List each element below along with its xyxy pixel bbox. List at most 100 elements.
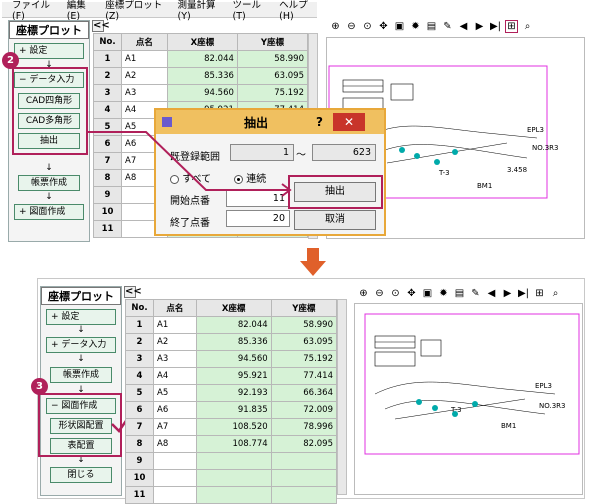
table-row[interactable]: 10 [125, 469, 338, 487]
y-coord-cell[interactable]: 58.990 [236, 50, 309, 68]
play-icon[interactable]: ▶ [473, 20, 486, 33]
x-coord-cell[interactable]: 85.336 [166, 67, 238, 85]
row-number[interactable]: 6 [125, 401, 154, 419]
point-name-cell[interactable]: A2 [121, 67, 168, 85]
settings-button[interactable]: + 設定 [14, 43, 84, 59]
zoom-out-icon[interactable]: ⊖ [345, 20, 358, 33]
x-coord-cell[interactable]: 85.336 [195, 333, 272, 351]
table-row[interactable]: 8 A8 108.774 82.095 [125, 435, 338, 453]
zoom-area-icon[interactable]: ⊙ [361, 20, 374, 33]
table-row[interactable]: 11 [125, 486, 338, 504]
col-y[interactable]: Y座標 [270, 299, 338, 317]
bulb-icon[interactable]: ✹ [409, 20, 422, 33]
point-name-cell[interactable]: A6 [153, 401, 197, 419]
y-coord-cell[interactable]: 63.095 [236, 67, 309, 85]
table-row[interactable]: 4A495.92177.414 [125, 367, 338, 385]
row-number[interactable]: 4 [125, 367, 154, 385]
settings-button[interactable]: + 設定 [46, 309, 116, 325]
row-number[interactable]: 1 [93, 50, 122, 68]
y-coord-cell[interactable]: 78.996 [270, 418, 338, 436]
pen-icon[interactable]: ✎ [469, 287, 482, 300]
row-number[interactable]: 11 [125, 486, 154, 504]
y-coord-cell[interactable]: 58.990 [270, 316, 338, 334]
point-name-cell[interactable] [153, 452, 197, 470]
point-name-cell[interactable] [153, 486, 197, 504]
fit-icon[interactable]: ▣ [421, 287, 434, 300]
dialog-cancel-button[interactable]: 取消 [294, 210, 376, 230]
point-name-cell[interactable]: A4 [153, 367, 197, 385]
menu-edit[interactable]: 編集(E) [67, 0, 95, 22]
report-button[interactable]: 帳票作成 [50, 367, 112, 383]
x-coord-cell[interactable]: 94.560 [195, 350, 272, 368]
y-coord-cell[interactable]: 75.192 [270, 350, 338, 368]
y-coord-cell[interactable]: 75.192 [236, 84, 309, 102]
col-x[interactable]: X座標 [195, 299, 272, 317]
row-number[interactable]: 8 [125, 435, 154, 453]
select-icon[interactable]: ⊞ [505, 20, 518, 33]
row-number[interactable]: 2 [93, 67, 122, 85]
print-icon[interactable]: ▤ [425, 20, 438, 33]
report-button[interactable]: 帳票作成 [18, 175, 80, 191]
menu-plot[interactable]: 座標プロット(Z) [105, 0, 167, 22]
select-icon[interactable]: ⊞ [533, 287, 546, 300]
row-number[interactable]: 4 [93, 101, 122, 119]
col-y[interactable]: Y座標 [236, 33, 309, 51]
table-row[interactable]: 1 A1 82.044 58.990 [125, 316, 338, 334]
point-name-cell[interactable]: A7 [153, 418, 197, 436]
play-icon[interactable]: ▶ [501, 287, 514, 300]
row-number[interactable]: 10 [93, 203, 122, 221]
table-row[interactable]: 9 [125, 452, 338, 470]
y-coord-cell[interactable] [270, 469, 338, 487]
pan-icon[interactable]: ✥ [405, 287, 418, 300]
table-row[interactable]: 6 A6 91.835 72.009 [125, 401, 338, 419]
search-icon[interactable]: ⌕ [521, 20, 534, 33]
col-name[interactable]: 点名 [121, 33, 168, 51]
table-row[interactable]: 2 A2 85.336 63.095 [93, 67, 309, 85]
row-number[interactable]: 11 [93, 220, 122, 238]
vertical-scrollbar[interactable] [337, 299, 347, 495]
y-coord-cell[interactable]: 66.364 [270, 384, 338, 402]
drawing-button[interactable]: + 図面作成 [14, 204, 84, 220]
table-row[interactable]: 5 A5 92.193 66.364 [125, 384, 338, 402]
end-field[interactable]: 20 [226, 210, 290, 227]
zoom-in-icon[interactable]: ⊕ [329, 20, 342, 33]
row-number[interactable]: 3 [125, 350, 154, 368]
pan-icon[interactable]: ✥ [377, 20, 390, 33]
plot-canvas-bottom[interactable]: EPL3 NO.3R3 BM1 T-3 [354, 303, 583, 495]
y-coord-cell[interactable]: 63.095 [270, 333, 338, 351]
last-icon[interactable]: ▶| [489, 20, 502, 33]
row-number[interactable]: 10 [125, 469, 154, 487]
x-coord-cell[interactable]: 82.044 [166, 50, 238, 68]
y-coord-cell[interactable]: 72.009 [270, 401, 338, 419]
col-x[interactable]: X座標 [166, 33, 238, 51]
col-no[interactable]: No. [125, 299, 154, 317]
col-name[interactable]: 点名 [153, 299, 197, 317]
table-row[interactable]: 7 A7 108.520 78.996 [125, 418, 338, 436]
prev-icon[interactable]: ◀ [457, 20, 470, 33]
point-name-cell[interactable]: A3 [121, 84, 168, 102]
y-coord-cell[interactable]: 82.095 [270, 435, 338, 453]
x-coord-cell[interactable]: 95.921 [195, 367, 272, 385]
y-coord-cell[interactable] [270, 452, 338, 470]
point-name-cell[interactable] [153, 469, 197, 487]
pen-icon[interactable]: ✎ [441, 20, 454, 33]
col-no[interactable]: No. [93, 33, 122, 51]
menu-tools[interactable]: ツール(T) [233, 0, 270, 22]
x-coord-cell[interactable]: 108.774 [195, 435, 272, 453]
menu-help[interactable]: ヘルプ(H) [279, 0, 317, 22]
print-icon[interactable]: ▤ [453, 287, 466, 300]
table-row[interactable]: 3 A3 94.560 75.192 [125, 350, 338, 368]
row-number[interactable]: 5 [125, 384, 154, 402]
point-name-cell[interactable]: A1 [121, 50, 168, 68]
last-icon[interactable]: ▶| [517, 287, 530, 300]
zoom-area-icon[interactable]: ⊙ [389, 287, 402, 300]
point-name-cell[interactable]: A8 [153, 435, 197, 453]
collapse-toggle[interactable]: << [92, 20, 110, 32]
row-number[interactable]: 1 [125, 316, 154, 334]
x-coord-cell[interactable] [195, 469, 272, 487]
point-name-cell[interactable]: A2 [153, 333, 197, 351]
menu-file[interactable]: ファイル(F) [12, 0, 57, 22]
point-name-cell[interactable]: A5 [153, 384, 197, 402]
x-coord-cell[interactable]: 94.560 [166, 84, 238, 102]
y-coord-cell[interactable]: 77.414 [270, 367, 338, 385]
